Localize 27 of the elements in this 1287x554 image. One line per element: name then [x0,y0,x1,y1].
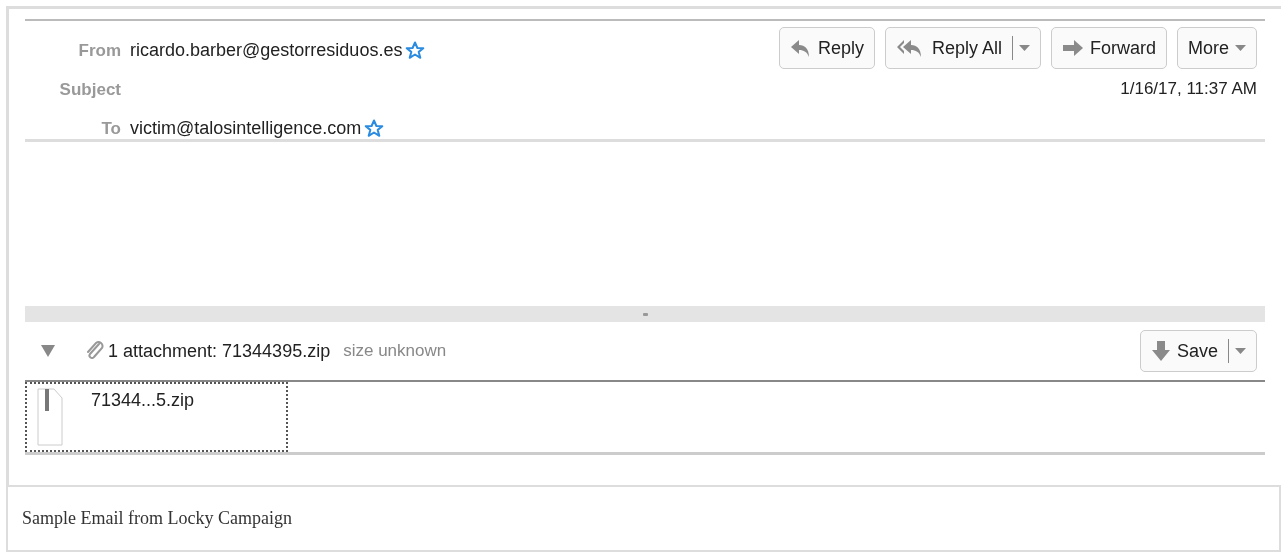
splitter-handle[interactable] [642,312,648,316]
down-arrow-icon [1150,340,1171,362]
attachment-tile[interactable]: 71344...5.zip [25,382,288,452]
email-address[interactable]: victim@talosintelligence.com [130,118,362,139]
message-date: 1/16/17, 11:37 AM [1120,79,1257,99]
header-label: To [100,118,121,139]
header-label: Subject [58,79,121,100]
figure-caption: Sample Email from Locky Campaign [6,485,1281,552]
paperclip-icon [85,341,105,361]
caret-icon [1018,45,1030,51]
toolbar-button[interactable]: Reply [778,27,875,69]
reply-arrow-icon [789,38,812,58]
zip-file-icon [37,388,63,446]
more-menu-button[interactable]: More [1177,27,1257,69]
attachment-summary: 1 attachment: 71344395.zip [108,340,331,362]
caret-icon [1235,45,1246,51]
attachment-size: size unknown [343,341,447,361]
save-button[interactable]: Save [1139,330,1257,372]
star-icon[interactable] [405,41,426,60]
caret-icon [1235,348,1246,354]
right-arrow-icon [1061,39,1084,57]
toolbar-button[interactable]: Reply All [884,27,1041,69]
header-label: From [77,40,121,61]
star-icon[interactable] [364,119,385,138]
toolbar-button[interactable]: Forward [1050,27,1167,69]
disclosure-triangle-icon[interactable] [41,345,55,357]
email-address[interactable]: ricardo.barber@gestorresiduos.es [130,40,403,61]
